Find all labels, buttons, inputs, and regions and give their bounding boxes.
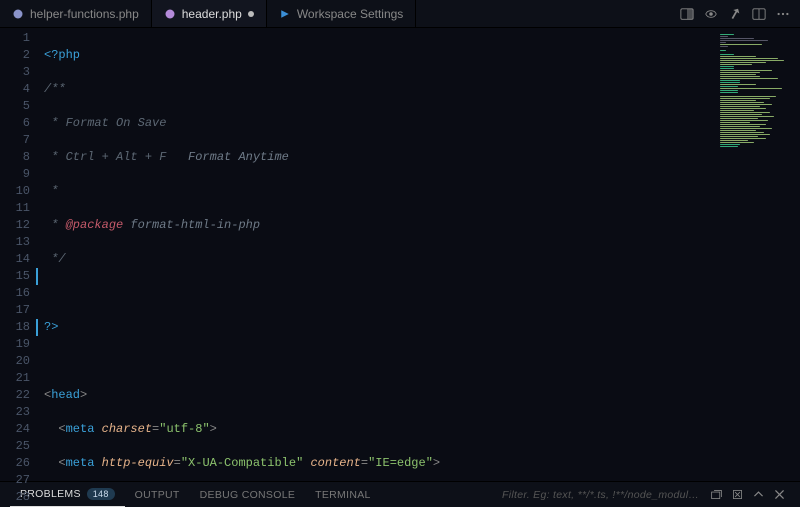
gutter-change-bar	[36, 268, 38, 285]
more-actions-icon[interactable]	[776, 7, 790, 21]
php-icon	[164, 8, 176, 20]
vscode-icon	[279, 8, 291, 20]
preview-icon[interactable]	[704, 7, 718, 21]
split-editor-icon[interactable]	[752, 7, 766, 21]
editor-actions	[670, 7, 800, 21]
panel-tab-label: DEBUG CONSOLE	[200, 489, 296, 501]
tab-label: helper-functions.php	[30, 7, 139, 21]
dirty-indicator-icon	[248, 11, 254, 17]
tab-helper-functions[interactable]: helper-functions.php	[0, 0, 152, 27]
clear-icon[interactable]	[731, 488, 744, 501]
editor-main: 1234567891011121314151617181920212223242…	[0, 28, 800, 481]
problems-filter-input[interactable]: Filter. Eg: text, **/*.ts, !**/node_modu…	[496, 487, 706, 503]
vertical-scrollbar[interactable]	[788, 28, 800, 481]
maximize-panel-icon[interactable]	[752, 488, 765, 501]
split-preview-icon[interactable]	[680, 7, 694, 21]
panel-tab-terminal[interactable]: TERMINAL	[305, 482, 381, 507]
panel-tab-output[interactable]: OUTPUT	[125, 482, 190, 507]
tab-header-php[interactable]: header.php	[152, 0, 267, 27]
gutter-change-bar	[36, 319, 38, 336]
line-number-gutter: 1234567891011121314151617181920212223242…	[0, 28, 44, 481]
bottom-panel: PROBLEMS 148 OUTPUT DEBUG CONSOLE TERMIN…	[0, 481, 800, 507]
minimap[interactable]	[716, 28, 788, 481]
code-editor[interactable]: <?php /** * Format On Save * Ctrl + Alt …	[44, 28, 716, 481]
close-panel-icon[interactable]	[773, 488, 786, 501]
diff-icon[interactable]	[728, 7, 742, 21]
panel-tab-label: OUTPUT	[135, 489, 180, 501]
tabs-container: helper-functions.php header.php Workspac…	[0, 0, 670, 27]
tab-label: header.php	[182, 7, 242, 21]
editor-tab-bar: helper-functions.php header.php Workspac…	[0, 0, 800, 28]
php-icon	[12, 8, 24, 20]
panel-tab-debug-console[interactable]: DEBUG CONSOLE	[190, 482, 306, 507]
collapse-all-icon[interactable]	[710, 488, 723, 501]
panel-tab-label: TERMINAL	[315, 489, 371, 501]
tab-label: Workspace Settings	[297, 7, 404, 21]
problems-count-badge: 148	[87, 488, 115, 500]
tab-workspace-settings[interactable]: Workspace Settings	[267, 0, 417, 27]
